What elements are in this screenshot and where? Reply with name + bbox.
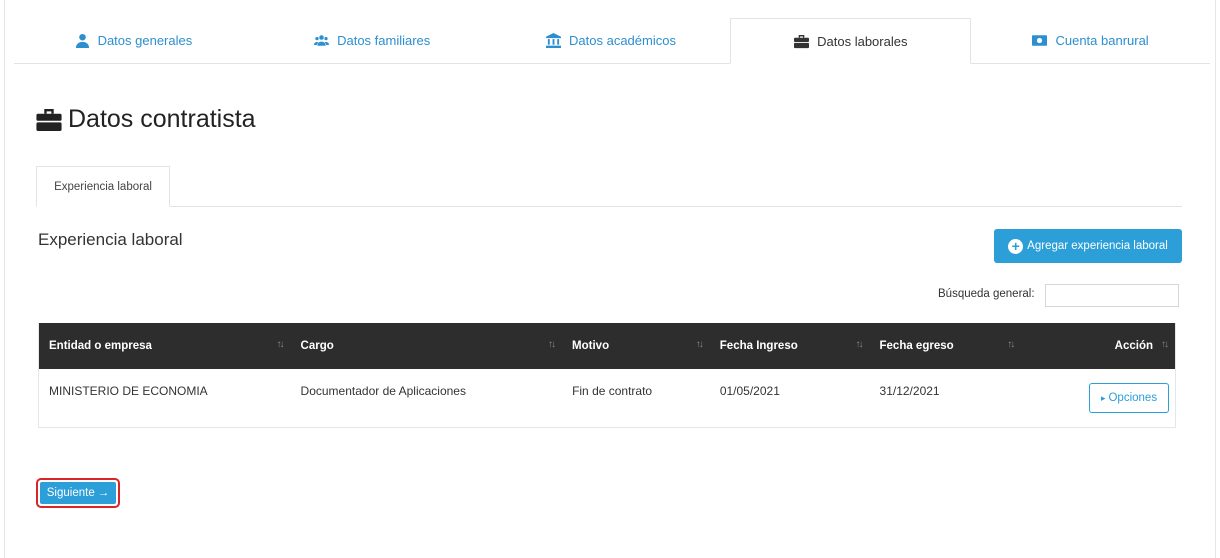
panel-title: Experiencia laboral [38,230,183,249]
tab-label: Datos familiares [337,33,431,48]
tab-experiencia-laboral[interactable]: Experiencia laboral [36,166,170,207]
main-tabs: Datos generales Datos familiares Datos a… [14,18,1210,64]
tab-label: Datos académicos [569,33,676,48]
cell-motivo: Fin de contrato [572,384,653,398]
column-header-fecha-ingreso[interactable]: Fecha Ingreso ↑↓ [710,323,870,369]
sort-icon: ↑↓ [1161,339,1169,350]
sort-icon: ↑↓ [855,339,864,350]
experience-table: Entidad o empresa ↑↓ Cargo ↑↓ Motivo ↑↓ Fec… [38,323,1176,428]
options-label: Opciones [1108,392,1158,404]
cell-fecha-egreso: 31/12/2021 [879,384,940,398]
page-frame [4,0,1216,558]
section-title: Datos contratista [36,105,256,134]
column-header-cargo[interactable]: Cargo ↑↓ [291,323,563,369]
tab-cuenta-banrural[interactable]: Cuenta banrural [971,18,1210,63]
cell-cargo: Documentador de Aplicaciones [300,384,466,398]
add-experience-label: Agregar experiencia laboral [1027,240,1168,252]
cell-entidad: MINISTERIO DE ECONOMIA [49,384,208,398]
tab-datos-generales[interactable]: Datos generales [14,18,253,63]
column-header-accion[interactable]: Acción ↑↓ [1021,323,1175,369]
column-header-entidad[interactable]: Entidad o empresa ↑↓ [39,323,291,369]
options-button[interactable]: ▸ Opciones [1089,383,1170,413]
sort-icon: ↑↓ [276,339,285,350]
search-input[interactable] [1045,284,1179,307]
user-icon [75,33,89,48]
tab-datos-familiares[interactable]: Datos familiares [253,18,492,63]
cell-fecha-ingreso: 01/05/2021 [719,384,780,398]
next-button-highlight: Siguiente → [36,478,120,508]
tab-label: Datos laborales [817,33,908,49]
money-icon [1032,35,1048,46]
table-header: Entidad o empresa ↑↓ Cargo ↑↓ Motivo ↑↓ Fec… [39,323,1175,369]
sort-icon: ↑↓ [695,339,704,350]
column-header-motivo[interactable]: Motivo ↑↓ [562,323,710,369]
tab-datos-laborales[interactable]: Datos laborales [730,18,972,64]
next-button[interactable]: Siguiente → [40,482,116,504]
briefcase-icon [36,108,62,131]
briefcase-icon [794,34,810,48]
caret-icon: ▸ [1100,392,1106,403]
plus-circle-icon: + [1008,238,1024,254]
search-label: Búsqueda general: [938,288,1035,300]
add-experience-button[interactable]: + Agregar experiencia laboral [994,229,1182,263]
arrow-right-icon: → [97,487,110,499]
section-title-text: Datos contratista [68,105,256,133]
next-label: Siguiente [46,487,95,499]
sort-icon: ↑↓ [1007,339,1015,350]
university-icon [546,33,562,48]
cell-accion: ▸ Opciones [1021,369,1175,427]
tab-datos-academicos[interactable]: Datos académicos [492,18,731,63]
users-icon [314,35,330,46]
tab-label: Cuenta banrural [1055,33,1149,48]
tab-label: Datos generales [97,33,193,48]
column-header-fecha-egreso[interactable]: Fecha egreso ↑↓ [870,323,1022,369]
table-row: MINISTERIO DE ECONOMIA Documentador de A… [39,369,1175,427]
sub-tabs: Experiencia laboral [36,166,1182,207]
sort-icon: ↑↓ [548,339,556,350]
